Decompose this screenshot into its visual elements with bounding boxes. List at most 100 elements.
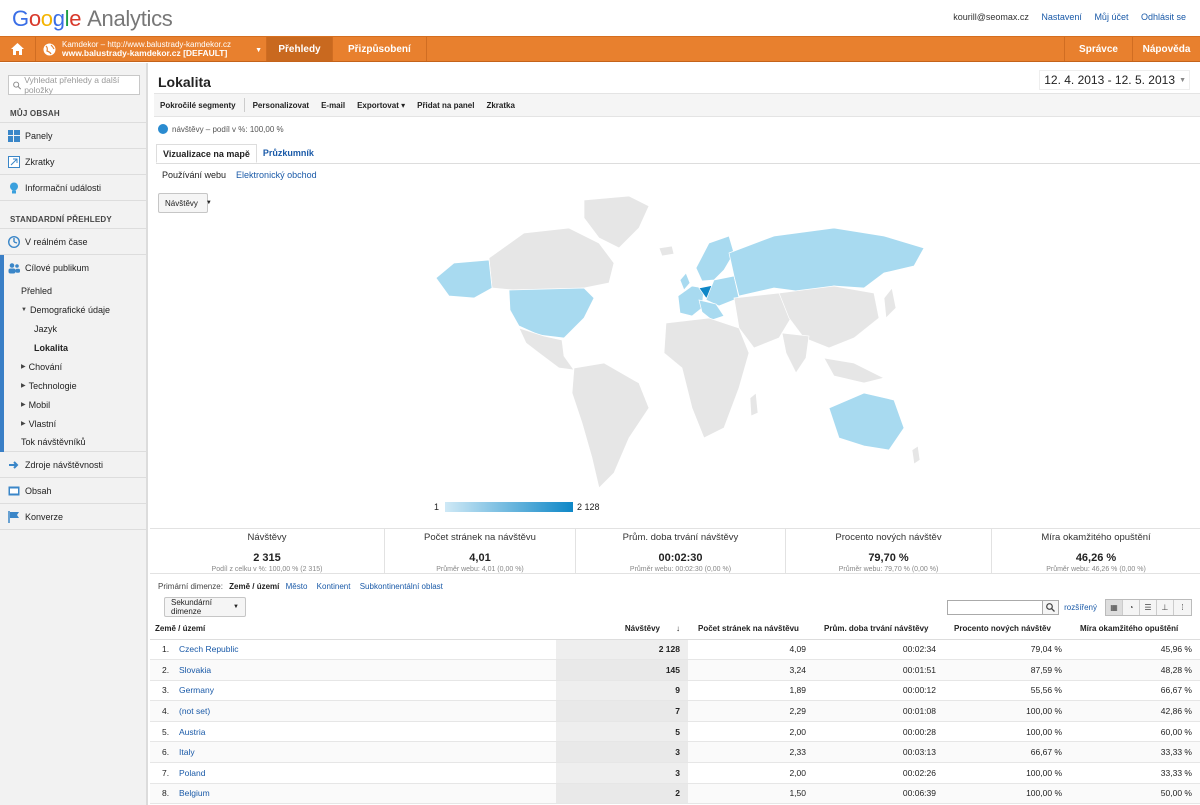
row-visits: 5 [556, 721, 688, 743]
table-search-input[interactable] [947, 600, 1044, 615]
comparison-view-icon[interactable]: ⊥ [1157, 600, 1174, 615]
pivot-view-icon[interactable]: ⁞ [1174, 600, 1191, 615]
sidebar-item-audience[interactable]: Cílové publikum [4, 255, 146, 281]
account-selector[interactable]: Kamdekor – http://www.balustrady-kamdeko… [62, 37, 267, 61]
tab-admin[interactable]: Správce [1064, 37, 1132, 61]
settings-link[interactable]: Nastavení [1041, 12, 1082, 22]
email-button[interactable]: E-mail [315, 101, 351, 110]
row-pages-per-visit: 2,00 [688, 762, 814, 784]
row-index: 5. [150, 721, 172, 743]
country-link[interactable]: Slovakia [179, 665, 211, 675]
export-button[interactable]: Exportovat ▾ [351, 101, 411, 110]
world-map[interactable] [434, 188, 928, 508]
sidebar-item-conversions[interactable]: Konverze [0, 504, 146, 530]
metric-label: Prům. doba trvání návštěvy [622, 532, 739, 543]
row-new-visits: 55,56 % [944, 680, 1070, 702]
row-index: 8. [150, 783, 172, 805]
row-country-link[interactable]: Germany [172, 680, 556, 702]
row-country-link[interactable]: (not set) [172, 700, 556, 722]
logout-link[interactable]: Odhlásit se [1141, 12, 1186, 22]
triangle-down-icon: ▼ [21, 306, 27, 313]
sidebar-item-language[interactable]: Jazyk [4, 319, 146, 338]
date-range-picker[interactable]: 12. 4. 2013 - 12. 5. 2013 ▼ [1039, 70, 1190, 90]
header-new-visits[interactable]: Procento nových návštěv [944, 618, 1070, 640]
advanced-segments-button[interactable]: Pokročilé segmenty [154, 101, 242, 110]
row-new-visits: 100,00 % [944, 721, 1070, 743]
sidebar-item-technology[interactable]: ▶ Technologie [4, 376, 146, 395]
dimension-city[interactable]: Město [286, 582, 308, 591]
triangle-right-icon: ▶ [21, 421, 26, 427]
home-button[interactable] [0, 37, 36, 61]
sidebar-item-traffic-sources[interactable]: Zdroje návštěvnosti [0, 452, 146, 478]
sidebar-item-mobile[interactable]: ▶ Mobil [4, 395, 146, 414]
sidebar-item-realtime[interactable]: V reálném čase [0, 229, 146, 255]
customize-button[interactable]: Personalizovat [247, 101, 315, 110]
sidebar-item-visitors-flow[interactable]: Tok návštěvníků [4, 433, 146, 452]
advanced-filter-link[interactable]: rozšířený [1064, 603, 1097, 612]
sidebar-item-location[interactable]: Lokalita [4, 338, 146, 357]
subtab-site-usage[interactable]: Používání webu [162, 170, 226, 180]
row-visits: 3 [556, 762, 688, 784]
row-avg-duration: 00:00:12 [814, 680, 944, 702]
subtab-ecommerce[interactable]: Elektronický obchod [236, 170, 317, 180]
performance-view-icon[interactable]: ☰ [1140, 600, 1157, 615]
country-link[interactable]: Austria [179, 727, 205, 737]
row-country-link[interactable]: Slovakia [172, 659, 556, 681]
country-link[interactable]: Czech Republic [179, 644, 239, 654]
country-link[interactable]: Germany [179, 685, 214, 695]
row-visits: 2 128 [556, 639, 688, 661]
tab-help[interactable]: Nápověda [1132, 37, 1200, 61]
table-view-icon[interactable]: ▦ [1106, 600, 1123, 615]
metric-dropdown[interactable]: Návštěvy ▼ [158, 193, 212, 213]
sidebar-item-behavior[interactable]: ▶ Chování [4, 357, 146, 376]
tab-reports[interactable]: Přehledy [267, 37, 333, 61]
add-to-dashboard-button[interactable]: Přidat na panel [411, 101, 480, 110]
sidebar-item-dashboards[interactable]: Panely [0, 123, 146, 149]
table-row: 3. Germany 9 1,89 00:00:12 55,56 % 66,67… [150, 680, 1200, 702]
country-link[interactable]: Belgium [179, 788, 210, 798]
metric-sub: Průměr webu: 79,70 % (0,00 %) [838, 566, 939, 573]
country-link[interactable]: Poland [179, 768, 205, 778]
pie-view-icon[interactable]: ◔ [1123, 600, 1140, 615]
country-link[interactable]: (not set) [179, 706, 210, 716]
row-country-link[interactable]: Czech Republic [172, 639, 556, 661]
user-email: kourill@seomax.cz [953, 12, 1029, 22]
dimension-subcontinent[interactable]: Subkontinentální oblast [360, 582, 443, 591]
my-account-link[interactable]: Můj účet [1094, 12, 1128, 22]
header-bounce-rate[interactable]: Míra okamžitého opuštění [1070, 618, 1200, 640]
row-country-link[interactable]: Belgium [172, 783, 556, 805]
legend-max: 2 128 [577, 502, 600, 512]
metric-new-visits: Procento nových návštěv 79,70 % Průměr w… [786, 529, 992, 573]
tab-map-overlay[interactable]: Vizualizace na mapě [156, 144, 257, 163]
row-bounce-rate: 60,00 % [1070, 721, 1200, 743]
sidebar-item-custom[interactable]: ▶ Vlastní [4, 414, 146, 433]
sidebar-item-demographics[interactable]: ▼ Demografické údaje [4, 300, 146, 319]
sidebar-search-input[interactable]: Vyhledat přehledy a další položky [8, 75, 140, 95]
tab-customization[interactable]: Přizpůsobení [333, 37, 427, 61]
header-visits[interactable]: Návštěvy ↓ [556, 618, 688, 640]
google-analytics-logo[interactable]: Google Analytics [12, 6, 173, 32]
header-pages-per-visit[interactable]: Počet stránek na návštěvu [688, 618, 814, 640]
dimension-continent[interactable]: Kontinent [317, 582, 351, 591]
sidebar-item-shortcuts[interactable]: Zkratky [0, 149, 146, 175]
shortcut-button[interactable]: Zkratka [480, 101, 520, 110]
row-visits: 9 [556, 680, 688, 702]
row-country-link[interactable]: Austria [172, 721, 556, 743]
dimension-country[interactable]: Země / území [229, 582, 279, 591]
header-country[interactable]: Země / území [150, 618, 556, 640]
sidebar-item-content[interactable]: Obsah [0, 478, 146, 504]
country-link[interactable]: Italy [179, 747, 195, 757]
data-table: Země / území Návštěvy ↓ Počet stránek na … [150, 618, 1200, 805]
world-map-svg [435, 195, 925, 489]
secondary-dimension-dropdown[interactable]: Sekundární dimenze ▼ [164, 597, 246, 617]
standard-reports-heading: STANDARDNÍ PŘEHLEDY [0, 209, 146, 229]
tab-explorer[interactable]: Průzkumník [257, 144, 320, 163]
row-country-link[interactable]: Italy [172, 741, 556, 764]
sidebar-item-intelligence-events[interactable]: Informační události [0, 175, 146, 201]
sidebar-item-overview[interactable]: Přehled [4, 281, 146, 300]
row-pages-per-visit: 1,89 [688, 680, 814, 702]
sort-arrow-icon: ↓ [676, 623, 680, 633]
table-search-button[interactable] [1043, 600, 1060, 615]
row-country-link[interactable]: Poland [172, 762, 556, 784]
header-avg-duration[interactable]: Prům. doba trvání návštěvy [814, 618, 944, 640]
